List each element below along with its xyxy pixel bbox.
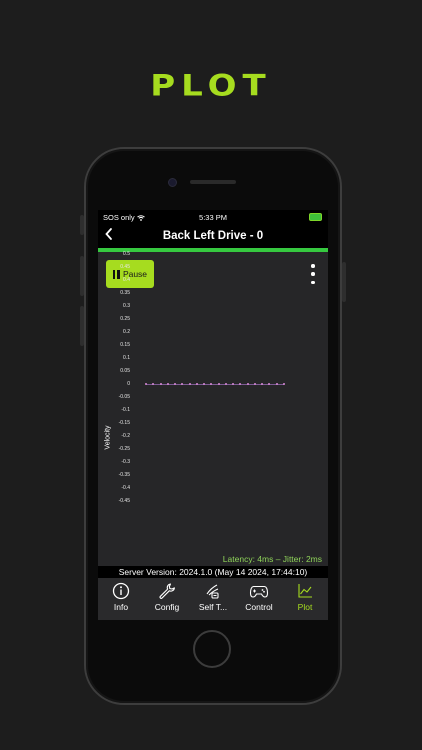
latency-jitter-readout: Latency: 4ms – Jitter: 2ms: [222, 554, 322, 564]
y-tick-label: -0.4: [121, 484, 130, 491]
data-point: [283, 383, 285, 386]
wrench-icon: [159, 583, 175, 599]
y-tick-label: 0.2: [123, 328, 130, 335]
front-camera: [168, 178, 177, 187]
data-point: [253, 383, 256, 386]
tab-label: Plot: [297, 602, 313, 612]
side-button: [342, 262, 346, 302]
data-point: [145, 383, 147, 386]
y-tick-label: -0.15: [118, 419, 130, 426]
info-icon: [112, 582, 130, 600]
self-test-icon: [206, 584, 219, 599]
data-point: [268, 383, 271, 386]
tab-control[interactable]: Control: [236, 582, 282, 618]
data-point: [188, 383, 191, 386]
data-point: [203, 383, 206, 386]
y-tick-label: 0.35: [120, 289, 130, 296]
tab-bar: Info Config Self T... Control Plot: [98, 578, 328, 620]
pause-icon: [112, 269, 120, 279]
y-tick-label: -0.25: [118, 445, 130, 452]
tab-self-test[interactable]: Self T...: [190, 582, 236, 618]
data-point: [246, 383, 249, 386]
tab-plot[interactable]: Plot: [282, 582, 328, 618]
navigation-bar: Back Left Drive - 0: [98, 224, 328, 248]
battery-charging-icon: [309, 213, 322, 221]
y-tick-label: 0.4: [123, 276, 130, 283]
home-button[interactable]: [193, 630, 231, 668]
y-tick-label: -0.2: [121, 432, 130, 439]
y-tick-label: 0.1: [123, 354, 130, 361]
data-point: [159, 383, 162, 386]
tab-label: Self T...: [198, 602, 228, 612]
plot-area: Pause Velocity 0.5 0.45 0.4 0.35 0.3 0.25 0.2 0…: [98, 250, 328, 566]
data-point: [166, 383, 169, 386]
data-point: [174, 383, 177, 386]
earpiece-speaker: [190, 180, 236, 184]
tab-label: Control: [245, 602, 273, 612]
tab-label: Info: [113, 602, 129, 612]
data-point: [152, 383, 155, 386]
y-tick-label: 0.25: [120, 315, 130, 322]
side-button: [80, 256, 84, 296]
page-title: Back Left Drive - 0: [162, 230, 264, 242]
app-screen: SOS only 5:33 PM Back Left Drive - 0 Pau…: [98, 210, 328, 620]
data-point: [224, 383, 227, 386]
data-point: [210, 383, 213, 386]
side-button: [80, 215, 84, 235]
y-tick-label: -0.35: [118, 471, 130, 478]
promo-title: PLOT: [150, 69, 272, 103]
line-chart-icon: [298, 584, 312, 598]
server-version: Server Version: 2024.1.0 (May 14 2024, 1…: [98, 566, 328, 578]
more-vertical-icon[interactable]: [310, 264, 316, 284]
y-tick-label: -0.05: [118, 393, 130, 400]
y-tick-label: -0.45: [118, 498, 130, 504]
y-axis-label: Velocity: [104, 425, 112, 450]
y-tick-label: 0.5: [123, 250, 130, 257]
y-tick-label: -0.3: [121, 458, 130, 465]
data-point: [181, 383, 184, 386]
status-bar: SOS only 5:33 PM: [98, 210, 328, 224]
data-point: [239, 383, 242, 386]
data-point: [217, 383, 220, 386]
data-point: [261, 383, 264, 386]
data-point: [195, 383, 198, 386]
y-tick-label: 0.45: [120, 263, 130, 270]
y-tick-label: 0.3: [123, 302, 130, 309]
tab-info[interactable]: Info: [98, 582, 144, 618]
y-tick-label: 0.15: [120, 341, 130, 348]
gamepad-icon: [249, 585, 269, 598]
status-time: 5:33 PM: [199, 213, 227, 222]
y-tick-label: 0: [127, 380, 130, 387]
data-point: [275, 383, 278, 386]
side-button: [80, 306, 84, 346]
data-point: [232, 383, 235, 386]
y-tick-label: 0.05: [120, 367, 130, 374]
tab-config[interactable]: Config: [144, 582, 190, 618]
y-tick-label: -0.1: [121, 406, 130, 413]
tab-label: Config: [154, 602, 180, 612]
